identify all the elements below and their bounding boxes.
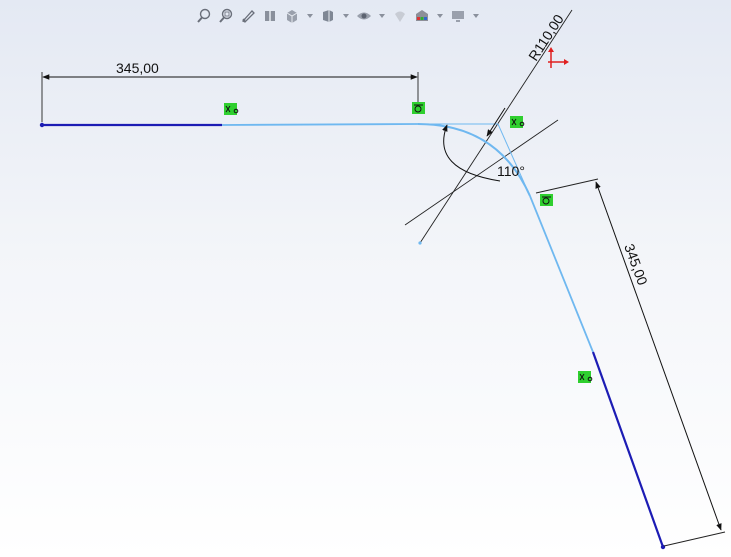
sketch-canvas[interactable]: 345,00 110° R110,00 345,00 xyxy=(0,0,731,557)
dimension-extension-line xyxy=(535,178,599,194)
dimension-radius-arrow[interactable] xyxy=(486,107,506,137)
sketch-endpoint[interactable] xyxy=(39,122,45,128)
origin-icon[interactable] xyxy=(548,47,569,68)
sketch-line-slanted-selected[interactable] xyxy=(529,195,594,353)
dimension-radius-label[interactable]: R110,00 xyxy=(525,11,567,63)
dimension-angle-label[interactable]: 110° xyxy=(497,163,525,179)
horizontal-relation-tag[interactable] xyxy=(224,103,239,115)
dimension-line-slant-length[interactable] xyxy=(595,181,722,531)
sketch-line-horizontal-selected[interactable] xyxy=(221,123,419,126)
coincident-relation-tag[interactable] xyxy=(510,116,525,128)
dimension-extension-line xyxy=(663,531,726,547)
arc-center-point[interactable] xyxy=(418,241,422,245)
coincident-relation-tag[interactable] xyxy=(578,371,593,383)
dimension-top-length-label[interactable]: 345,00 xyxy=(116,60,159,76)
sketch-line-slanted[interactable] xyxy=(591,351,665,548)
tangent-relation-tag[interactable] xyxy=(412,102,425,114)
tangent-relation-tag[interactable] xyxy=(540,194,553,206)
